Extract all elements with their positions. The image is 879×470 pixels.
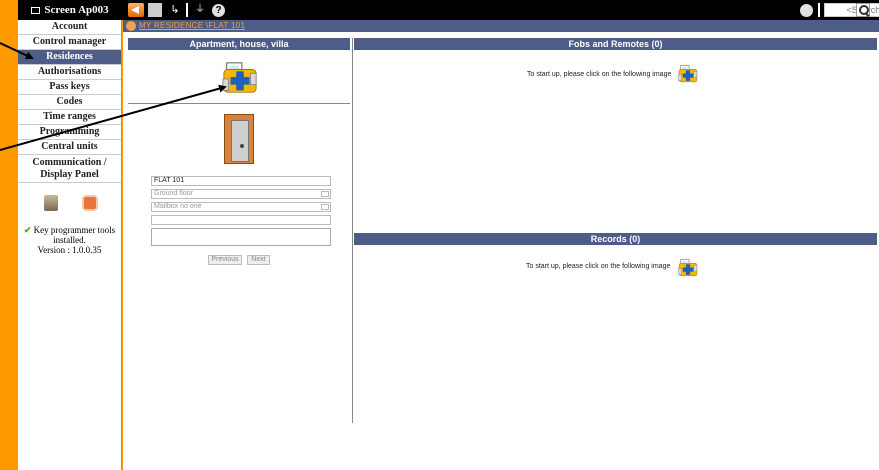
search-input[interactable] [824, 3, 879, 17]
records-panel-title: Records (0) [354, 233, 877, 245]
version-text: Version : 1.0.0.35 [37, 245, 102, 255]
floor-value: Ground floor [154, 190, 193, 197]
add-fob-icon[interactable] [677, 64, 699, 84]
breadcrumb[interactable]: MY RESIDENCE \FLAT 101 [139, 20, 245, 32]
sidebar-item-authorisations[interactable]: Authorisations [18, 65, 121, 80]
toolbar-separator [818, 3, 820, 17]
breadcrumb-back-icon[interactable] [126, 21, 136, 31]
mailbox-select[interactable]: Mailbox no one [151, 202, 331, 212]
screen-title: Screen Ap003 [18, 0, 122, 20]
mailbox-value: Mailbox no one [154, 203, 202, 210]
extra-field[interactable] [151, 215, 331, 225]
tools-status-text: Key programmer tools installed. [33, 225, 116, 245]
notes-textarea[interactable] [151, 228, 331, 246]
chevron-down-icon[interactable] [321, 204, 329, 210]
toolbar-separator [186, 3, 188, 17]
back-arrow-icon[interactable] [128, 3, 144, 17]
sidebar-item-time-ranges[interactable]: Time ranges [18, 110, 121, 125]
records-startup-text: To start up, please click on the followi… [526, 263, 671, 270]
tools-status: ✔ Key programmer tools installed. Versio… [18, 219, 121, 255]
sidebar-item-communication-display-panel[interactable]: Communication / Display Panel [18, 155, 121, 183]
sidebar-item-programming[interactable]: Programming [18, 125, 121, 140]
monitor-icon [31, 7, 41, 14]
usb-icon[interactable]: ⏚ [194, 3, 206, 17]
breadcrumb-bar: MY RESIDENCE \FLAT 101 [123, 20, 879, 32]
door-knob [240, 144, 244, 148]
refresh-tool-icon[interactable] [82, 195, 98, 211]
sidebar: Account Control manager Residences Autho… [18, 20, 122, 470]
sidebar-item-account[interactable]: Account [18, 20, 121, 35]
sidebar-item-pass-keys[interactable]: Pass keys [18, 80, 121, 95]
next-button[interactable]: Next [247, 255, 270, 265]
screen-title-text: Screen Ap003 [44, 4, 109, 16]
sidebar-item-codes[interactable]: Codes [18, 95, 121, 110]
key-programmer-icon[interactable] [44, 195, 58, 211]
fobs-panel-title: Fobs and Remotes (0) [354, 38, 877, 50]
add-record-icon[interactable] [677, 258, 699, 278]
section-divider [128, 103, 350, 104]
sidebar-item-control-manager[interactable]: Control manager [18, 35, 121, 50]
search-icon[interactable] [856, 3, 870, 17]
sidebar-item-central-units[interactable]: Central units [18, 140, 121, 155]
apartment-panel-title: Apartment, house, villa [128, 38, 350, 50]
door-icon [224, 114, 254, 164]
flat-name-field[interactable]: FLAT 101 [151, 176, 331, 186]
top-toolbar: Screen Ap003 ↳ ⏚ ? [18, 0, 879, 20]
key-icon[interactable]: ↳ [168, 3, 182, 17]
add-folder-icon[interactable] [221, 60, 259, 96]
sidebar-item-residences[interactable]: Residences [18, 50, 121, 65]
document-icon[interactable] [148, 3, 162, 17]
chevron-down-icon[interactable] [321, 191, 329, 197]
main-content: Apartment, house, villa Fobs and Remotes… [123, 32, 879, 470]
previous-button[interactable]: Previous [208, 255, 242, 265]
panel-divider [352, 38, 353, 423]
floor-select[interactable]: Ground floor [151, 189, 331, 199]
fobs-startup-text: To start up, please click on the followi… [527, 71, 672, 78]
tool-icons [18, 183, 121, 219]
door-panel [231, 120, 249, 162]
language-globe-icon[interactable] [800, 4, 813, 17]
check-icon: ✔ [23, 225, 32, 235]
help-icon[interactable]: ? [212, 4, 225, 17]
